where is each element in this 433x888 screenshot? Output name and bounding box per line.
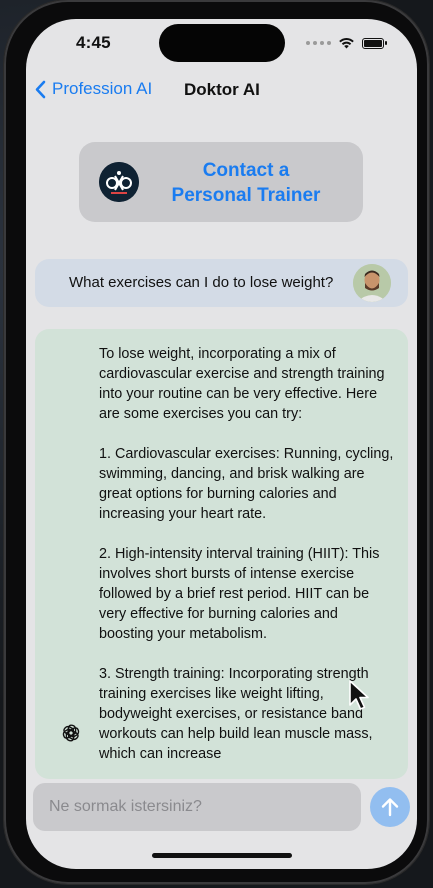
contact-trainer-label: Contact a Personal Trainer — [171, 160, 321, 206]
chevron-left-icon — [35, 80, 46, 98]
send-button[interactable] — [370, 787, 410, 827]
app-screen: 4:45 Profession AI Doktor AI Contact a P… — [26, 19, 417, 869]
mouse-pointer-icon — [348, 679, 372, 713]
user-message-bubble: What exercises can I do to lose weight? — [35, 259, 408, 307]
wifi-icon — [339, 37, 354, 49]
status-icons — [306, 37, 387, 49]
message-input[interactable] — [33, 783, 361, 831]
user-message-text: What exercises can I do to lose weight? — [69, 274, 334, 291]
back-label: Profession AI — [52, 79, 153, 98]
status-time: 4:45 — [76, 33, 111, 52]
page-title: Doktor AI — [184, 80, 260, 99]
cellular-signal-icon — [306, 41, 331, 45]
arrow-up-icon — [381, 798, 399, 817]
home-indicator[interactable] — [152, 853, 292, 858]
user-avatar — [353, 264, 391, 302]
dynamic-island — [159, 24, 285, 62]
phone-frame: 4:45 Profession AI Doktor AI Contact a P… — [4, 0, 429, 884]
back-button[interactable]: Profession AI — [34, 79, 152, 99]
openai-icon — [62, 724, 80, 742]
contact-trainer-button[interactable]: Contact a Personal Trainer — [79, 142, 363, 222]
battery-icon — [362, 37, 387, 49]
trainer-logo-icon — [99, 162, 139, 202]
